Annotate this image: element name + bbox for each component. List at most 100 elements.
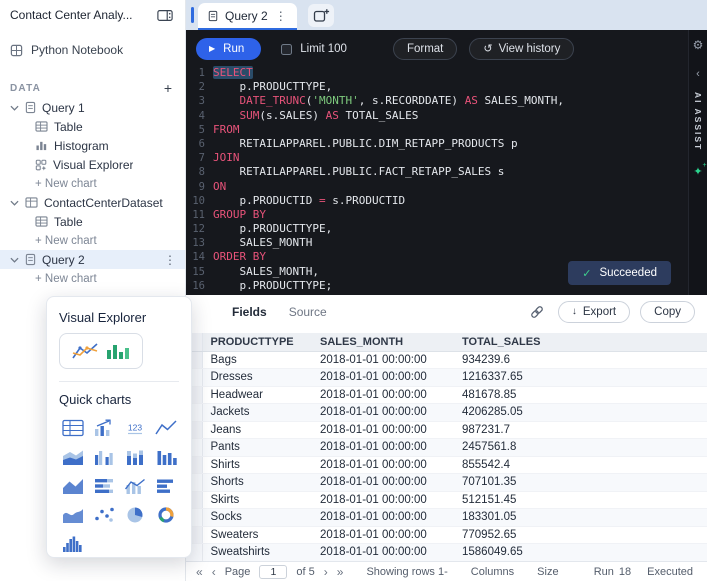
tab-query-2[interactable]: Query 2 ⋮	[198, 3, 297, 30]
table-cell[interactable]: 855542.4	[454, 456, 707, 474]
histogram-chart-icon[interactable]	[60, 533, 86, 554]
table-cell[interactable]: 2018-01-01 00:00:00	[312, 456, 454, 474]
table-cell[interactable]: 2018-01-01 00:00:00	[312, 421, 454, 439]
table-cell[interactable]: Socks	[202, 509, 312, 527]
table-cell[interactable]: 183301.05	[454, 509, 707, 527]
table-cell[interactable]: 2018-01-01 00:00:00	[312, 509, 454, 527]
table-cell[interactable]: 2457561.8	[454, 439, 707, 457]
prev-page-icon[interactable]: ‹	[212, 566, 216, 578]
table-row[interactable]: Headwear2018-01-01 00:00:00481678.85	[186, 386, 707, 404]
line-chart-icon[interactable]	[153, 417, 179, 438]
table-cell[interactable]: Sweaters	[202, 526, 312, 544]
code-line[interactable]: RETAILAPPAREL.PUBLIC.DIM_RETAPP_PRODUCTS…	[213, 137, 564, 151]
tab-menu-icon[interactable]: ⋮	[275, 9, 287, 23]
table-cell[interactable]: 770952.65	[454, 526, 707, 544]
table-cell[interactable]: 2018-01-01 00:00:00	[312, 439, 454, 457]
tab-fields[interactable]: Fields	[232, 305, 267, 319]
chevron-down-icon[interactable]	[10, 257, 19, 263]
limit-row[interactable]: Limit 100	[281, 43, 347, 55]
sidebar-item-query1-new-chart[interactable]: + New chart	[0, 174, 185, 193]
chevron-down-icon[interactable]	[10, 105, 19, 111]
page-input[interactable]	[259, 565, 287, 579]
limit-checkbox[interactable]	[281, 44, 292, 55]
table-cell[interactable]: 2018-01-01 00:00:00	[312, 544, 454, 562]
collapse-panel-icon[interactable]: ‹	[696, 68, 700, 80]
sidebar-item-query-1[interactable]: Query 1	[0, 98, 185, 117]
stacked-area-chart-icon[interactable]	[60, 446, 86, 467]
code-area[interactable]: 12345678910111213141516 SELECT p.PRODUCT…	[186, 66, 707, 293]
table-cell[interactable]: 2018-01-01 00:00:00	[312, 369, 454, 387]
pie-chart-icon[interactable]	[122, 504, 148, 525]
sidebar-item-query1-visual-explorer[interactable]: Visual Explorer	[0, 155, 185, 174]
table-row[interactable]: Jeans2018-01-01 00:00:00987231.7	[186, 421, 707, 439]
format-button[interactable]: Format	[393, 38, 457, 60]
collapse-sidebar-icon[interactable]	[157, 9, 173, 22]
next-page-icon[interactable]: ›	[324, 566, 328, 578]
column-header-sales_month[interactable]: SALES_MONTH	[312, 333, 454, 351]
table-cell[interactable]: 707101.35	[454, 474, 707, 492]
table-row[interactable]: Skirts2018-01-01 00:00:00512151.45	[186, 491, 707, 509]
table-cell[interactable]: 512151.45	[454, 491, 707, 509]
column-header-total_sales[interactable]: TOTAL_SALES	[454, 333, 707, 351]
export-button[interactable]: ↓ Export	[558, 301, 630, 323]
table-row[interactable]: Bags2018-01-01 00:00:00934239.6	[186, 351, 707, 369]
sidebar-item-python-notebook[interactable]: Python Notebook	[0, 39, 185, 61]
code-line[interactable]: RETAILAPPAREL.PUBLIC.FACT_RETAPP_SALES s	[213, 165, 564, 179]
chevron-down-icon[interactable]	[10, 200, 19, 206]
view-history-button[interactable]: ↺ View history	[469, 38, 574, 60]
table-row[interactable]: Jackets2018-01-01 00:00:004206285.05	[186, 404, 707, 422]
copy-button[interactable]: Copy	[640, 301, 695, 323]
code-lines[interactable]: SELECT p.PRODUCTTYPE, DATE_TRUNC('MONTH'…	[213, 66, 564, 293]
table-cell[interactable]: 987231.7	[454, 421, 707, 439]
table-chart-icon[interactable]	[60, 417, 86, 438]
sidebar-item-dataset-new-chart[interactable]: + New chart	[0, 231, 185, 250]
columns-label[interactable]: Columns	[471, 566, 514, 578]
code-line[interactable]: p.PRODUCTID = s.PRODUCTID	[213, 194, 564, 208]
area-chart-icon[interactable]	[60, 475, 86, 496]
sidebar-item-query1-histogram[interactable]: Histogram	[0, 136, 185, 155]
size-label[interactable]: Size	[537, 566, 558, 578]
table-cell[interactable]: 1586049.65	[454, 544, 707, 562]
table-cell[interactable]: 934239.6	[454, 351, 707, 369]
table-cell[interactable]: Shorts	[202, 474, 312, 492]
code-line[interactable]: FROM	[213, 123, 564, 137]
sidebar-item-query1-table[interactable]: Table	[0, 117, 185, 136]
code-line[interactable]: SALES_MONTH	[213, 236, 564, 250]
bar-trend-chart-icon[interactable]	[91, 417, 117, 438]
table-cell[interactable]: 2018-01-01 00:00:00	[312, 474, 454, 492]
bar-chart-icon[interactable]	[153, 475, 179, 496]
table-cell[interactable]: Headwear	[202, 386, 312, 404]
table-row[interactable]: Socks2018-01-01 00:00:00183301.05	[186, 509, 707, 527]
green-bar-chart-icon[interactable]	[105, 340, 131, 362]
single-value-chart-icon[interactable]: 123	[122, 417, 148, 438]
item-menu-icon[interactable]: ⋮	[164, 253, 176, 267]
code-line[interactable]: ORDER BY	[213, 250, 564, 264]
sidebar-item-dataset-table[interactable]: Table	[0, 212, 185, 231]
last-page-icon[interactable]: »	[337, 566, 344, 578]
table-cell[interactable]: 1216337.65	[454, 369, 707, 387]
table-cell[interactable]: 481678.85	[454, 386, 707, 404]
code-line[interactable]: JOIN	[213, 151, 564, 165]
table-cell[interactable]: 2018-01-01 00:00:00	[312, 404, 454, 422]
first-page-icon[interactable]: «	[196, 566, 203, 578]
code-line[interactable]: GROUP BY	[213, 208, 564, 222]
code-line[interactable]: SELECT	[213, 66, 564, 80]
ai-sparkle-icon[interactable]: ✦+	[693, 165, 702, 178]
grouped-column-chart-icon[interactable]	[91, 446, 117, 467]
new-tab-button[interactable]	[308, 4, 334, 27]
table-cell[interactable]: Pants	[202, 439, 312, 457]
settings-gear-icon[interactable]: ⚙	[693, 38, 704, 52]
table-row[interactable]: Shirts2018-01-01 00:00:00855542.4	[186, 456, 707, 474]
column-chart-icon[interactable]	[153, 446, 179, 467]
table-row[interactable]: Sweatshirts2018-01-01 00:00:001586049.65	[186, 544, 707, 562]
stacked-column-chart-icon[interactable]	[122, 446, 148, 467]
link-icon[interactable]	[530, 305, 544, 319]
table-cell[interactable]: Jackets	[202, 404, 312, 422]
run-button[interactable]: ▶ Run	[196, 38, 261, 60]
table-row[interactable]: Shorts2018-01-01 00:00:00707101.35	[186, 474, 707, 492]
code-line[interactable]: SUM(s.SALES) AS TOTAL_SALES	[213, 109, 564, 123]
table-cell[interactable]: Bags	[202, 351, 312, 369]
table-cell[interactable]: 2018-01-01 00:00:00	[312, 386, 454, 404]
table-cell[interactable]: Jeans	[202, 421, 312, 439]
table-cell[interactable]: Dresses	[202, 369, 312, 387]
